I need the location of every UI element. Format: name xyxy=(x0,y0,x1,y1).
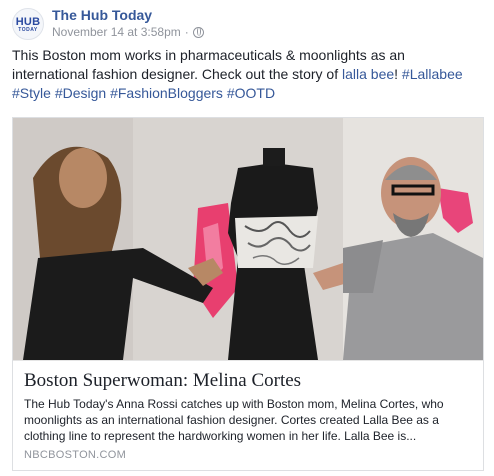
page-name-link[interactable]: The Hub Today xyxy=(52,7,152,23)
link-preview-image[interactable] xyxy=(13,118,483,360)
preview-photo xyxy=(13,118,483,360)
link-domain: NBCBOSTON.COM xyxy=(24,449,127,461)
hashtag-link[interactable]: #Style xyxy=(12,85,51,101)
hashtag-link[interactable]: #FashionBloggers xyxy=(110,85,223,101)
hashtag-link[interactable]: #OOTD xyxy=(227,85,275,101)
post-message-punct: ! xyxy=(394,66,402,82)
link-preview-card[interactable]: Boston Superwoman: Melina Cortes The Hub… xyxy=(12,117,484,471)
link-preview-body: Boston Superwoman: Melina Cortes The Hub… xyxy=(13,360,483,470)
meta-separator: · xyxy=(184,25,189,39)
page-avatar[interactable]: HUB TODAY xyxy=(12,8,44,40)
globe-icon[interactable] xyxy=(192,26,204,38)
mention-link[interactable]: lalla bee xyxy=(342,66,394,82)
post-header: HUB TODAY The Hub Today November 14 at 3… xyxy=(12,6,482,40)
post-message: This Boston mom works in pharmaceuticals… xyxy=(12,46,484,103)
link-title[interactable]: Boston Superwoman: Melina Cortes xyxy=(24,370,474,392)
hashtag-link[interactable]: #Lallabee xyxy=(402,66,463,82)
post-timestamp[interactable]: November 14 at 3:58pm xyxy=(52,25,181,39)
post-meta: November 14 at 3:58pm · xyxy=(52,25,204,39)
avatar-logo-text: HUB xyxy=(15,16,41,28)
hashtag-link[interactable]: #Design xyxy=(55,85,106,101)
avatar-logo-subtext: TODAY xyxy=(18,27,38,33)
link-description: The Hub Today's Anna Rossi catches up wi… xyxy=(24,397,444,443)
